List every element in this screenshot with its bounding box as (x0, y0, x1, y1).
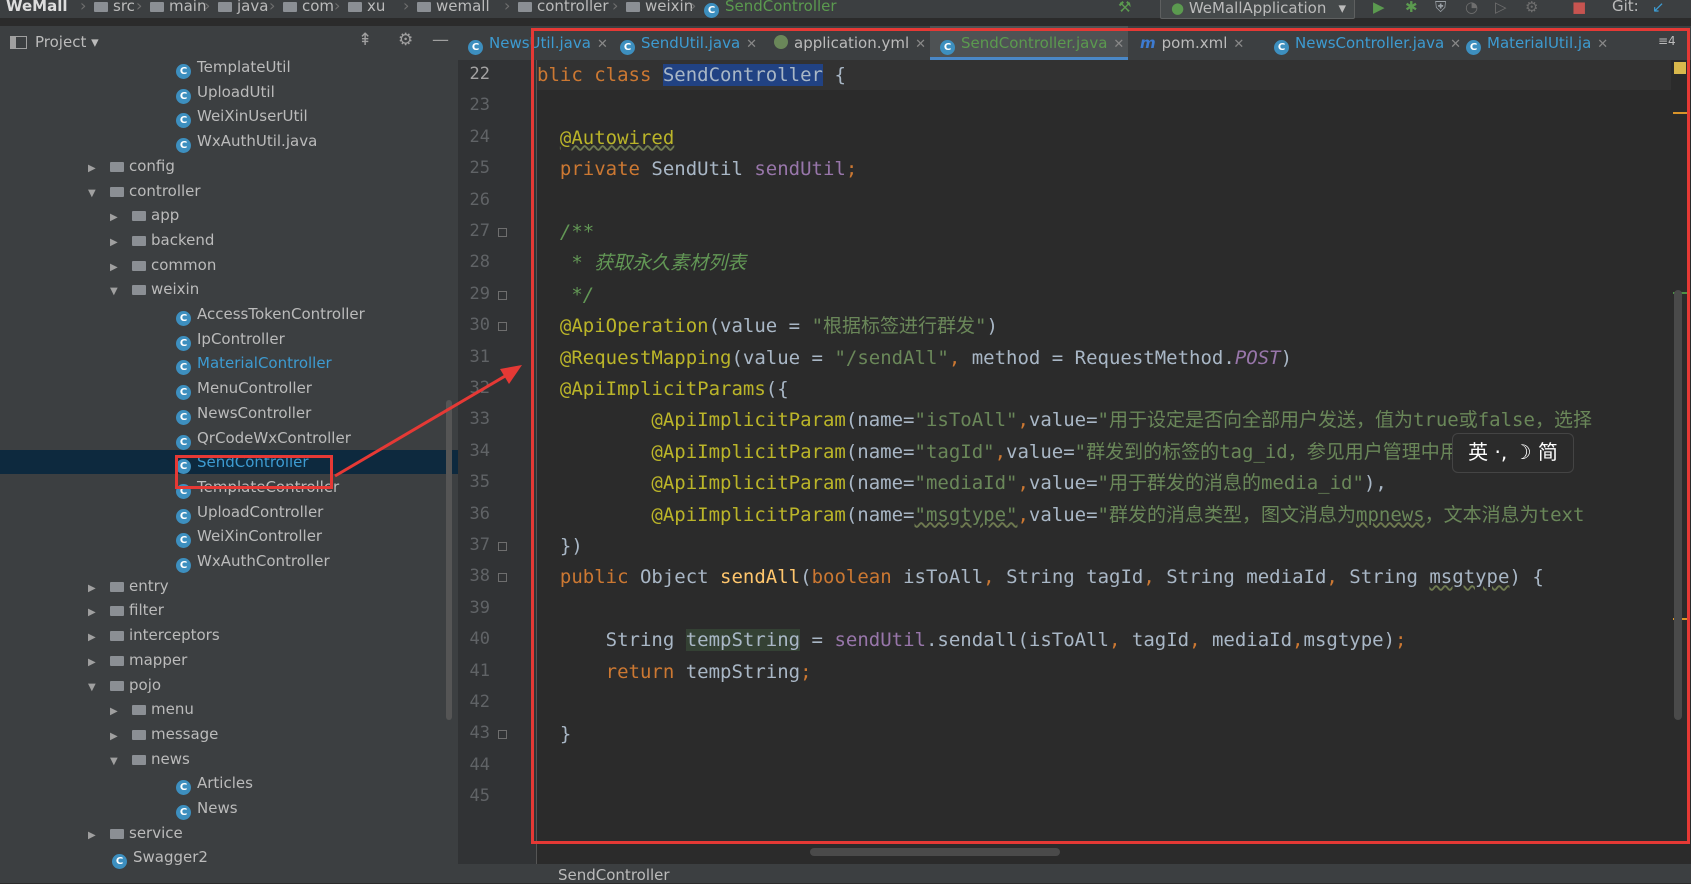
annotation-arrow (334, 365, 522, 478)
annotation-arrow-head (500, 365, 522, 384)
annotation-arrow-line (334, 370, 513, 478)
